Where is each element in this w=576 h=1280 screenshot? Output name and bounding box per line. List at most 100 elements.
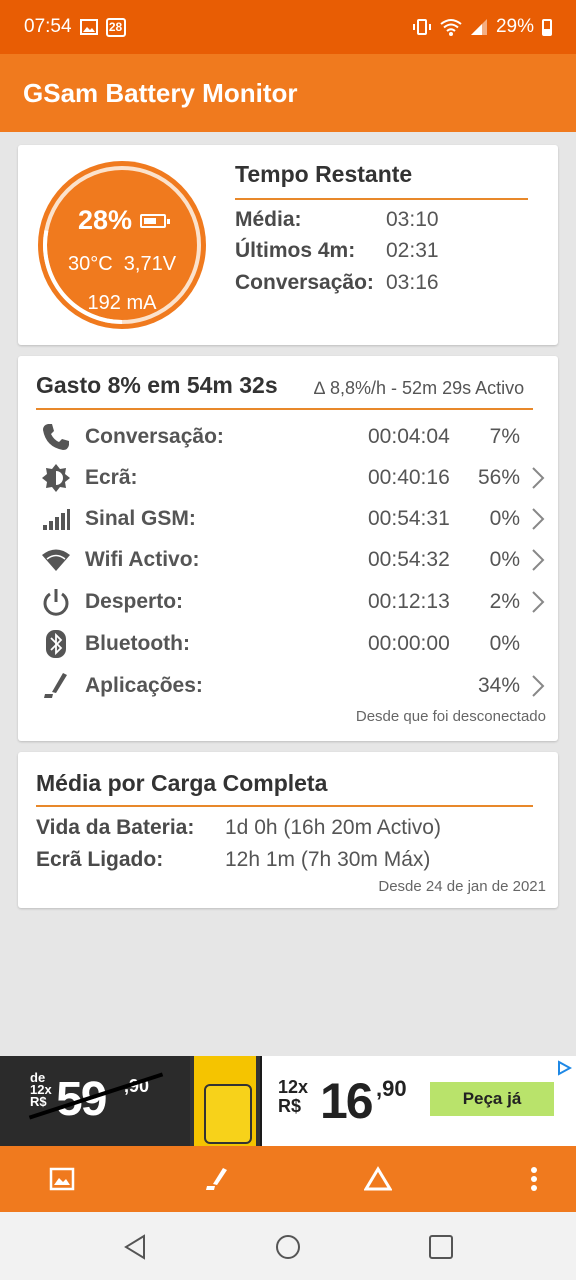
ad-installments: 12x: [278, 1077, 309, 1097]
signal-bars-icon: [40, 503, 72, 535]
tempo-row-conversacao: Conversação: 03:16: [235, 271, 439, 295]
ad-new-price-panel: 12x R$ 16 ,90 Peça já: [262, 1056, 576, 1146]
full-charge-value: 1d 0h (16h 20m Activo): [225, 816, 441, 839]
tempo-row-media: Média: 03:10: [235, 208, 439, 232]
usage-percent: 0%: [489, 507, 520, 530]
usage-time: 00:00:00: [368, 632, 450, 655]
ad-new-cents: ,90: [376, 1076, 407, 1101]
usage-label: Conversação:: [85, 425, 224, 448]
status-bar: 07:54 28 29%: [0, 0, 576, 54]
chevron-right-icon[interactable]: [530, 466, 546, 490]
delta-icon[interactable]: [361, 1162, 395, 1196]
chevron-right-icon[interactable]: [530, 507, 546, 531]
usage-row-wifi[interactable]: Wifi Activo: 00:54:32 0%: [18, 540, 558, 580]
app-title: GSam Battery Monitor: [23, 77, 298, 108]
usage-percent: 34%: [477, 674, 520, 697]
usage-percent: 56%: [477, 466, 520, 489]
full-charge-footer: Desde 24 de jan de 2021: [378, 878, 546, 895]
ad-product-image: [190, 1056, 260, 1146]
ad-price-prefix: de 12x R$: [30, 1070, 52, 1109]
status-time: 07:54: [24, 16, 72, 37]
chevron-right-icon[interactable]: [530, 674, 546, 698]
battery-percent-status: 29%: [495, 16, 534, 37]
usage-row-bluetooth[interactable]: Bluetooth: 00:00:00 0%: [18, 624, 558, 664]
divider: [235, 198, 528, 200]
chevron-right-icon[interactable]: [530, 590, 546, 614]
wifi-icon: [40, 544, 72, 576]
full-charge-label: Ecrã Ligado:: [36, 848, 164, 871]
usage-time: 00:04:04: [368, 425, 450, 448]
usage-label: Aplicações:: [85, 674, 203, 697]
usage-percent: 0%: [489, 548, 520, 571]
home-icon[interactable]: [271, 1230, 305, 1264]
usage-time: 00:12:13: [368, 590, 450, 613]
usage-row-aplicacoes[interactable]: Aplicações: 34%: [18, 666, 558, 706]
chevron-right-icon[interactable]: [530, 548, 546, 572]
image-icon[interactable]: [45, 1162, 79, 1196]
battery-current: 192 mA: [87, 292, 157, 314]
tempo-value: 03:10: [386, 208, 439, 231]
divider: [36, 805, 533, 807]
full-charge-label: Vida da Bateria:: [36, 816, 195, 839]
usage-time: 00:54:32: [368, 548, 450, 571]
usage-time: 00:40:16: [368, 466, 450, 489]
system-nav-bar: [0, 1212, 576, 1280]
tempo-label: Média:: [235, 208, 302, 231]
battery-summary-card[interactable]: 28% 30°C 3,71V 192 mA Tempo Restante Méd…: [18, 145, 558, 345]
usage-percent: 0%: [489, 632, 520, 655]
usage-subtitle: ∆ 8,8%/h - 52m 29s Activo: [314, 378, 525, 398]
battery-percent: 28%: [77, 205, 133, 235]
usage-card: Gasto 8% em 54m 32s ∆ 8,8%/h - 52m 29s A…: [18, 356, 558, 741]
usage-time: 00:54:31: [368, 507, 450, 530]
tempo-restante-title: Tempo Restante: [235, 161, 413, 187]
tempo-label: Últimos 4m:: [235, 239, 356, 262]
full-charge-value: 12h 1m (7h 30m Máx): [225, 848, 431, 871]
full-charge-average-card[interactable]: Média por Carga Completa Vida da Bateria…: [18, 752, 558, 908]
bluetooth-icon: [40, 628, 72, 660]
tempo-value: 03:16: [386, 271, 439, 294]
app-usage-icon[interactable]: [200, 1162, 234, 1196]
ad-banner[interactable]: de 12x R$ 59 ,90 12x R$ 16 ,90 Peça já: [0, 1056, 576, 1146]
usage-title: Gasto 8% em 54m 32s: [36, 372, 278, 398]
vibrate-icon: [412, 19, 431, 35]
battery-icon: [140, 213, 171, 228]
full-charge-title: Média por Carga Completa: [36, 770, 328, 796]
battery-voltage: 3,71V: [123, 253, 177, 275]
usage-percent: 2%: [489, 590, 520, 613]
app-bar: GSam Battery Monitor: [0, 54, 576, 132]
ad-new-price: 16: [320, 1073, 374, 1129]
usage-label: Bluetooth:: [85, 632, 190, 655]
battery-temperature: 30°C: [67, 253, 113, 275]
usage-footer: Desde que foi desconectado: [355, 708, 546, 725]
screen-brightness-icon: [40, 462, 72, 494]
usage-label: Sinal GSM:: [85, 507, 196, 530]
more-vert-icon[interactable]: [517, 1162, 551, 1196]
usage-label: Desperto:: [85, 590, 184, 613]
adchoices-icon[interactable]: [556, 1060, 572, 1076]
bottom-toolbar: [0, 1146, 576, 1212]
cell-signal-icon: [470, 19, 487, 35]
ad-cta-button[interactable]: Peça já: [430, 1082, 554, 1116]
ad-old-price-panel: de 12x R$ 59 ,90: [0, 1056, 190, 1146]
back-icon[interactable]: [118, 1230, 152, 1264]
usage-row-sinal-gsm[interactable]: Sinal GSM: 00:54:31 0%: [18, 499, 558, 539]
ad-currency: R$: [278, 1096, 302, 1116]
tempo-row-ultimos: Últimos 4m: 02:31: [235, 239, 439, 263]
usage-percent: 7%: [489, 425, 520, 448]
gallery-notification-icon: [79, 19, 98, 35]
battery-status-icon: [542, 18, 552, 36]
usage-label: Wifi Activo:: [85, 548, 200, 571]
usage-row-ecra[interactable]: Ecrã: 00:40:16 56%: [18, 458, 558, 498]
divider: [36, 408, 533, 410]
tempo-value: 02:31: [386, 239, 439, 262]
wifi-status-icon: [440, 19, 462, 36]
usage-row-conversacao[interactable]: Conversação: 00:04:04 7%: [18, 417, 558, 457]
phone-icon: [40, 421, 72, 453]
power-icon: [40, 586, 72, 618]
recents-icon[interactable]: [424, 1230, 458, 1264]
tempo-label: Conversação:: [235, 271, 374, 294]
battery-gauge-text: 28% 30°C 3,71V 192 mA: [36, 159, 208, 331]
usage-label: Ecrã:: [85, 466, 138, 489]
usage-row-desperto[interactable]: Desperto: 00:12:13 2%: [18, 582, 558, 622]
calendar-notification-icon: 28: [105, 17, 126, 37]
